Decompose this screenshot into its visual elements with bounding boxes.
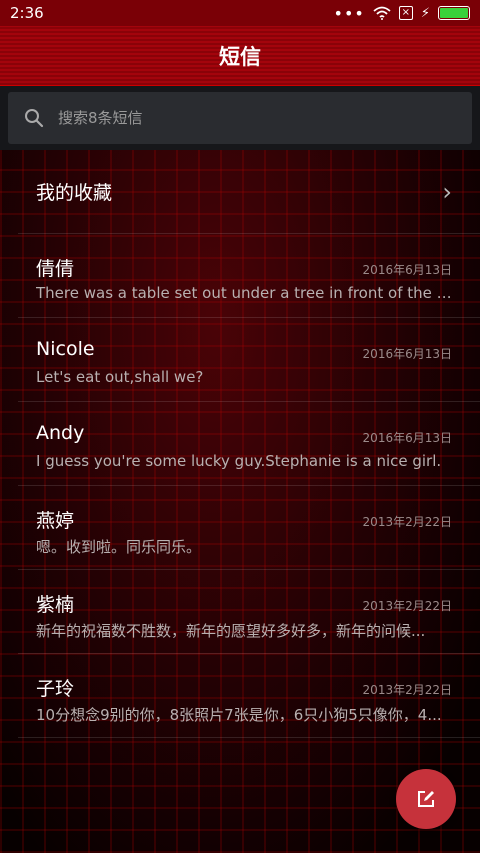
contact-name: 紫楠 bbox=[36, 594, 75, 616]
conversation-item[interactable]: 倩倩 2016年6月13日 There was a table set out … bbox=[18, 234, 480, 318]
search-input[interactable] bbox=[58, 109, 438, 127]
conversation-item[interactable]: Nicole 2016年6月13日 Let's eat out,shall we… bbox=[18, 318, 480, 402]
message-preview: 新年的祝福数不胜数，新年的愿望好多好多，新年的问候... bbox=[36, 622, 426, 640]
title-bar: 短信 bbox=[0, 26, 480, 86]
message-preview: 嗯。收到啦。同乐同乐。 bbox=[36, 538, 202, 556]
page-title: 短信 bbox=[219, 44, 261, 69]
battery-icon bbox=[438, 6, 470, 20]
message-date: 2016年6月13日 bbox=[362, 263, 452, 277]
message-date: 2013年2月22日 bbox=[362, 515, 452, 529]
status-time: 2:36 bbox=[10, 4, 44, 22]
charging-icon: ⚡ bbox=[420, 5, 430, 21]
compose-icon bbox=[418, 791, 434, 807]
search-bar bbox=[0, 86, 480, 150]
conversation-item[interactable]: 燕婷 2013年2月22日 嗯。收到啦。同乐同乐。 bbox=[18, 486, 480, 570]
chevron-right-icon: › bbox=[442, 177, 452, 206]
message-preview: 10分想念9别的你，8张照片7张是你，6只小狗5只像你，4... bbox=[36, 706, 442, 724]
contact-name: 倩倩 bbox=[36, 258, 75, 280]
compose-button[interactable] bbox=[396, 769, 456, 829]
conversation-list: 我的收藏 › 倩倩 2016年6月13日 There was a table s… bbox=[0, 150, 480, 853]
status-bar: 2:36 ••• × ⚡ bbox=[0, 0, 480, 26]
favorites-row[interactable]: 我的收藏 › bbox=[18, 150, 480, 234]
wifi-icon bbox=[373, 6, 391, 20]
contact-name: 子玲 bbox=[36, 678, 75, 700]
message-date: 2013年2月22日 bbox=[362, 599, 452, 613]
contact-name: Nicole bbox=[36, 338, 95, 360]
contact-name: Andy bbox=[36, 422, 85, 444]
search-box[interactable] bbox=[8, 92, 472, 144]
message-date: 2016年6月13日 bbox=[362, 347, 452, 361]
message-date: 2013年2月22日 bbox=[362, 683, 452, 697]
message-preview: I guess you're some lucky guy.Stephanie … bbox=[36, 452, 442, 470]
conversation-item[interactable]: 子玲 2013年2月22日 10分想念9别的你，8张照片7张是你，6只小狗5只像… bbox=[18, 654, 480, 738]
favorites-label: 我的收藏 bbox=[36, 182, 113, 204]
signal-dots-icon: ••• bbox=[333, 3, 365, 23]
search-icon bbox=[25, 109, 44, 128]
contact-name: 燕婷 bbox=[36, 510, 75, 532]
conversation-item[interactable]: 紫楠 2013年2月22日 新年的祝福数不胜数，新年的愿望好多好多，新年的问候.… bbox=[18, 570, 480, 654]
message-preview: Let's eat out,shall we? bbox=[36, 368, 204, 386]
message-date: 2016年6月13日 bbox=[362, 431, 452, 445]
status-icons: ••• × ⚡ bbox=[334, 4, 470, 23]
message-preview: There was a table set out under a tree i… bbox=[36, 284, 454, 302]
no-sim-icon: × bbox=[398, 6, 413, 20]
conversation-item[interactable]: Andy 2016年6月13日 I guess you're some luck… bbox=[18, 402, 480, 486]
